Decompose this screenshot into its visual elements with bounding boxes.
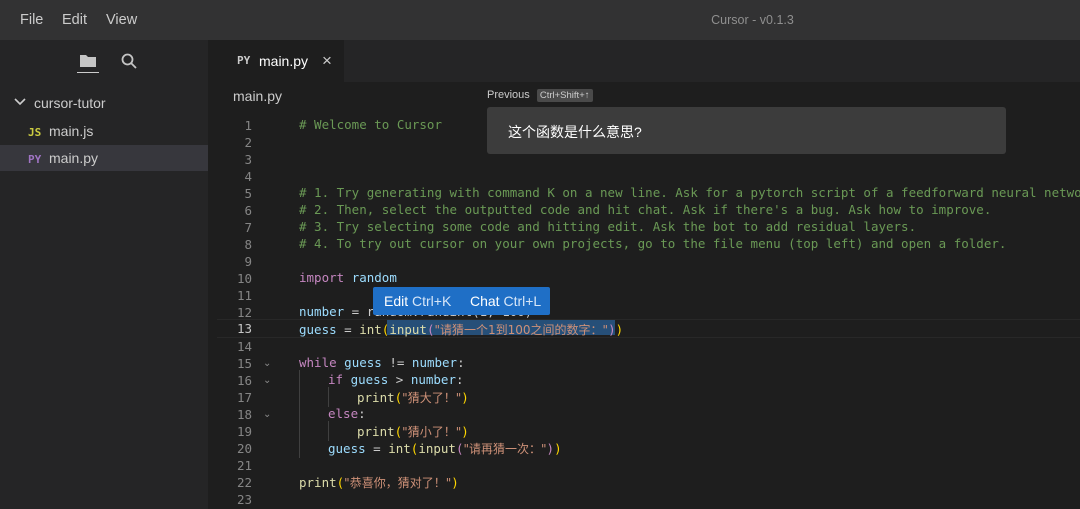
line-number: 21 xyxy=(236,458,252,473)
code-line: import random xyxy=(299,270,397,285)
code-line: print("猜大了！") xyxy=(357,390,469,405)
tree-folder-cursor-tutor[interactable]: cursor-tutor xyxy=(0,90,208,116)
active-view-indicator xyxy=(77,72,99,73)
python-file-icon: PY xyxy=(237,54,251,67)
js-file-icon: JS xyxy=(28,126,42,139)
code-line-selected: guess = int(input("请猜一个1到100之间的数字：")) xyxy=(299,322,624,337)
code-line: guess = int(input("请再猜一次：")) xyxy=(328,441,562,456)
line-number: 3 xyxy=(244,152,252,167)
line-number-active: 13 xyxy=(236,321,252,336)
line-number: 23 xyxy=(236,492,252,507)
python-file-icon: PY xyxy=(28,153,42,166)
previous-button[interactable]: Previous Ctrl+Shift+↑ xyxy=(487,89,593,102)
folder-icon[interactable] xyxy=(79,52,97,70)
indent-guide xyxy=(299,370,300,458)
indent-guide xyxy=(328,387,329,407)
tab-main-py[interactable]: PY main.py × xyxy=(217,40,344,82)
code-line: # 3. Try selecting some code and hitting… xyxy=(299,219,917,234)
chat-prompt-text: 这个函数是什么意思? xyxy=(508,124,642,140)
chat-input-box[interactable]: 这个函数是什么意思? xyxy=(487,107,1006,154)
line-number: 15 xyxy=(236,356,252,371)
edit-button[interactable]: Edit Ctrl+K xyxy=(384,293,451,309)
line-number: 17 xyxy=(236,390,252,405)
line-number: 14 xyxy=(236,339,252,354)
edit-chat-hint: Edit Ctrl+K Chat Ctrl+L xyxy=(373,287,550,315)
tree-file-main-py[interactable]: PY main.py xyxy=(0,145,208,171)
code-line: print("恭喜你，猜对了！") xyxy=(299,475,459,490)
line-number: 20 xyxy=(236,441,252,456)
code-line: # 2. Then, select the outputted code and… xyxy=(299,202,992,217)
sidebar: cursor-tutor JS main.js PY main.py xyxy=(0,40,208,509)
code-line: print("猜小了！") xyxy=(357,424,469,439)
fold-chevron-icon[interactable]: ⌄ xyxy=(263,375,271,386)
line-number: 2 xyxy=(244,135,252,150)
code-line: # 1. Try generating with command K on a … xyxy=(299,185,1080,200)
line-number: 18 xyxy=(236,407,252,422)
tab-label: main.py xyxy=(259,53,309,69)
line-number: 22 xyxy=(236,475,252,490)
file-label: main.py xyxy=(49,150,99,166)
line-number: 10 xyxy=(236,271,252,286)
line-number: 5 xyxy=(244,186,252,201)
fold-chevron-icon[interactable]: ⌄ xyxy=(263,358,271,369)
line-number: 8 xyxy=(244,237,252,252)
title-bar: File Edit View Cursor - v0.1.3 xyxy=(0,0,1080,40)
indent-guide xyxy=(328,421,329,441)
window-title: Cursor - v0.1.3 xyxy=(711,13,794,27)
breadcrumb-bar: main.py Previous Ctrl+Shift+↑ xyxy=(217,82,1080,110)
line-number: 12 xyxy=(236,305,252,320)
previous-shortcut: Ctrl+Shift+↑ xyxy=(536,89,593,102)
line-number: 11 xyxy=(236,288,252,303)
search-icon[interactable] xyxy=(120,52,138,70)
file-label: main.js xyxy=(49,123,94,139)
previous-label: Previous xyxy=(487,89,530,101)
chat-button[interactable]: Chat Ctrl+L xyxy=(470,293,541,309)
folder-label: cursor-tutor xyxy=(34,95,106,111)
line-number: 16 xyxy=(236,373,252,388)
code-line: if guess > number: xyxy=(328,372,464,387)
line-number: 6 xyxy=(244,203,252,218)
line-number: 4 xyxy=(244,169,252,184)
code-line: # Welcome to Cursor xyxy=(299,117,442,132)
code-line: while guess != number: xyxy=(299,355,465,370)
line-number: 19 xyxy=(236,424,252,439)
code-line: else: xyxy=(328,406,366,421)
fold-chevron-icon[interactable]: ⌄ xyxy=(263,409,271,420)
close-icon[interactable]: × xyxy=(322,51,332,71)
breadcrumb[interactable]: main.py xyxy=(233,88,282,104)
tree-file-main-js[interactable]: JS main.js xyxy=(0,118,208,144)
line-number: 1 xyxy=(244,118,252,133)
code-line: # 4. To try out cursor on your own proje… xyxy=(299,236,1007,251)
tab-bar: PY main.py × xyxy=(217,40,1080,82)
line-number: 9 xyxy=(244,254,252,269)
line-number: 7 xyxy=(244,220,252,235)
